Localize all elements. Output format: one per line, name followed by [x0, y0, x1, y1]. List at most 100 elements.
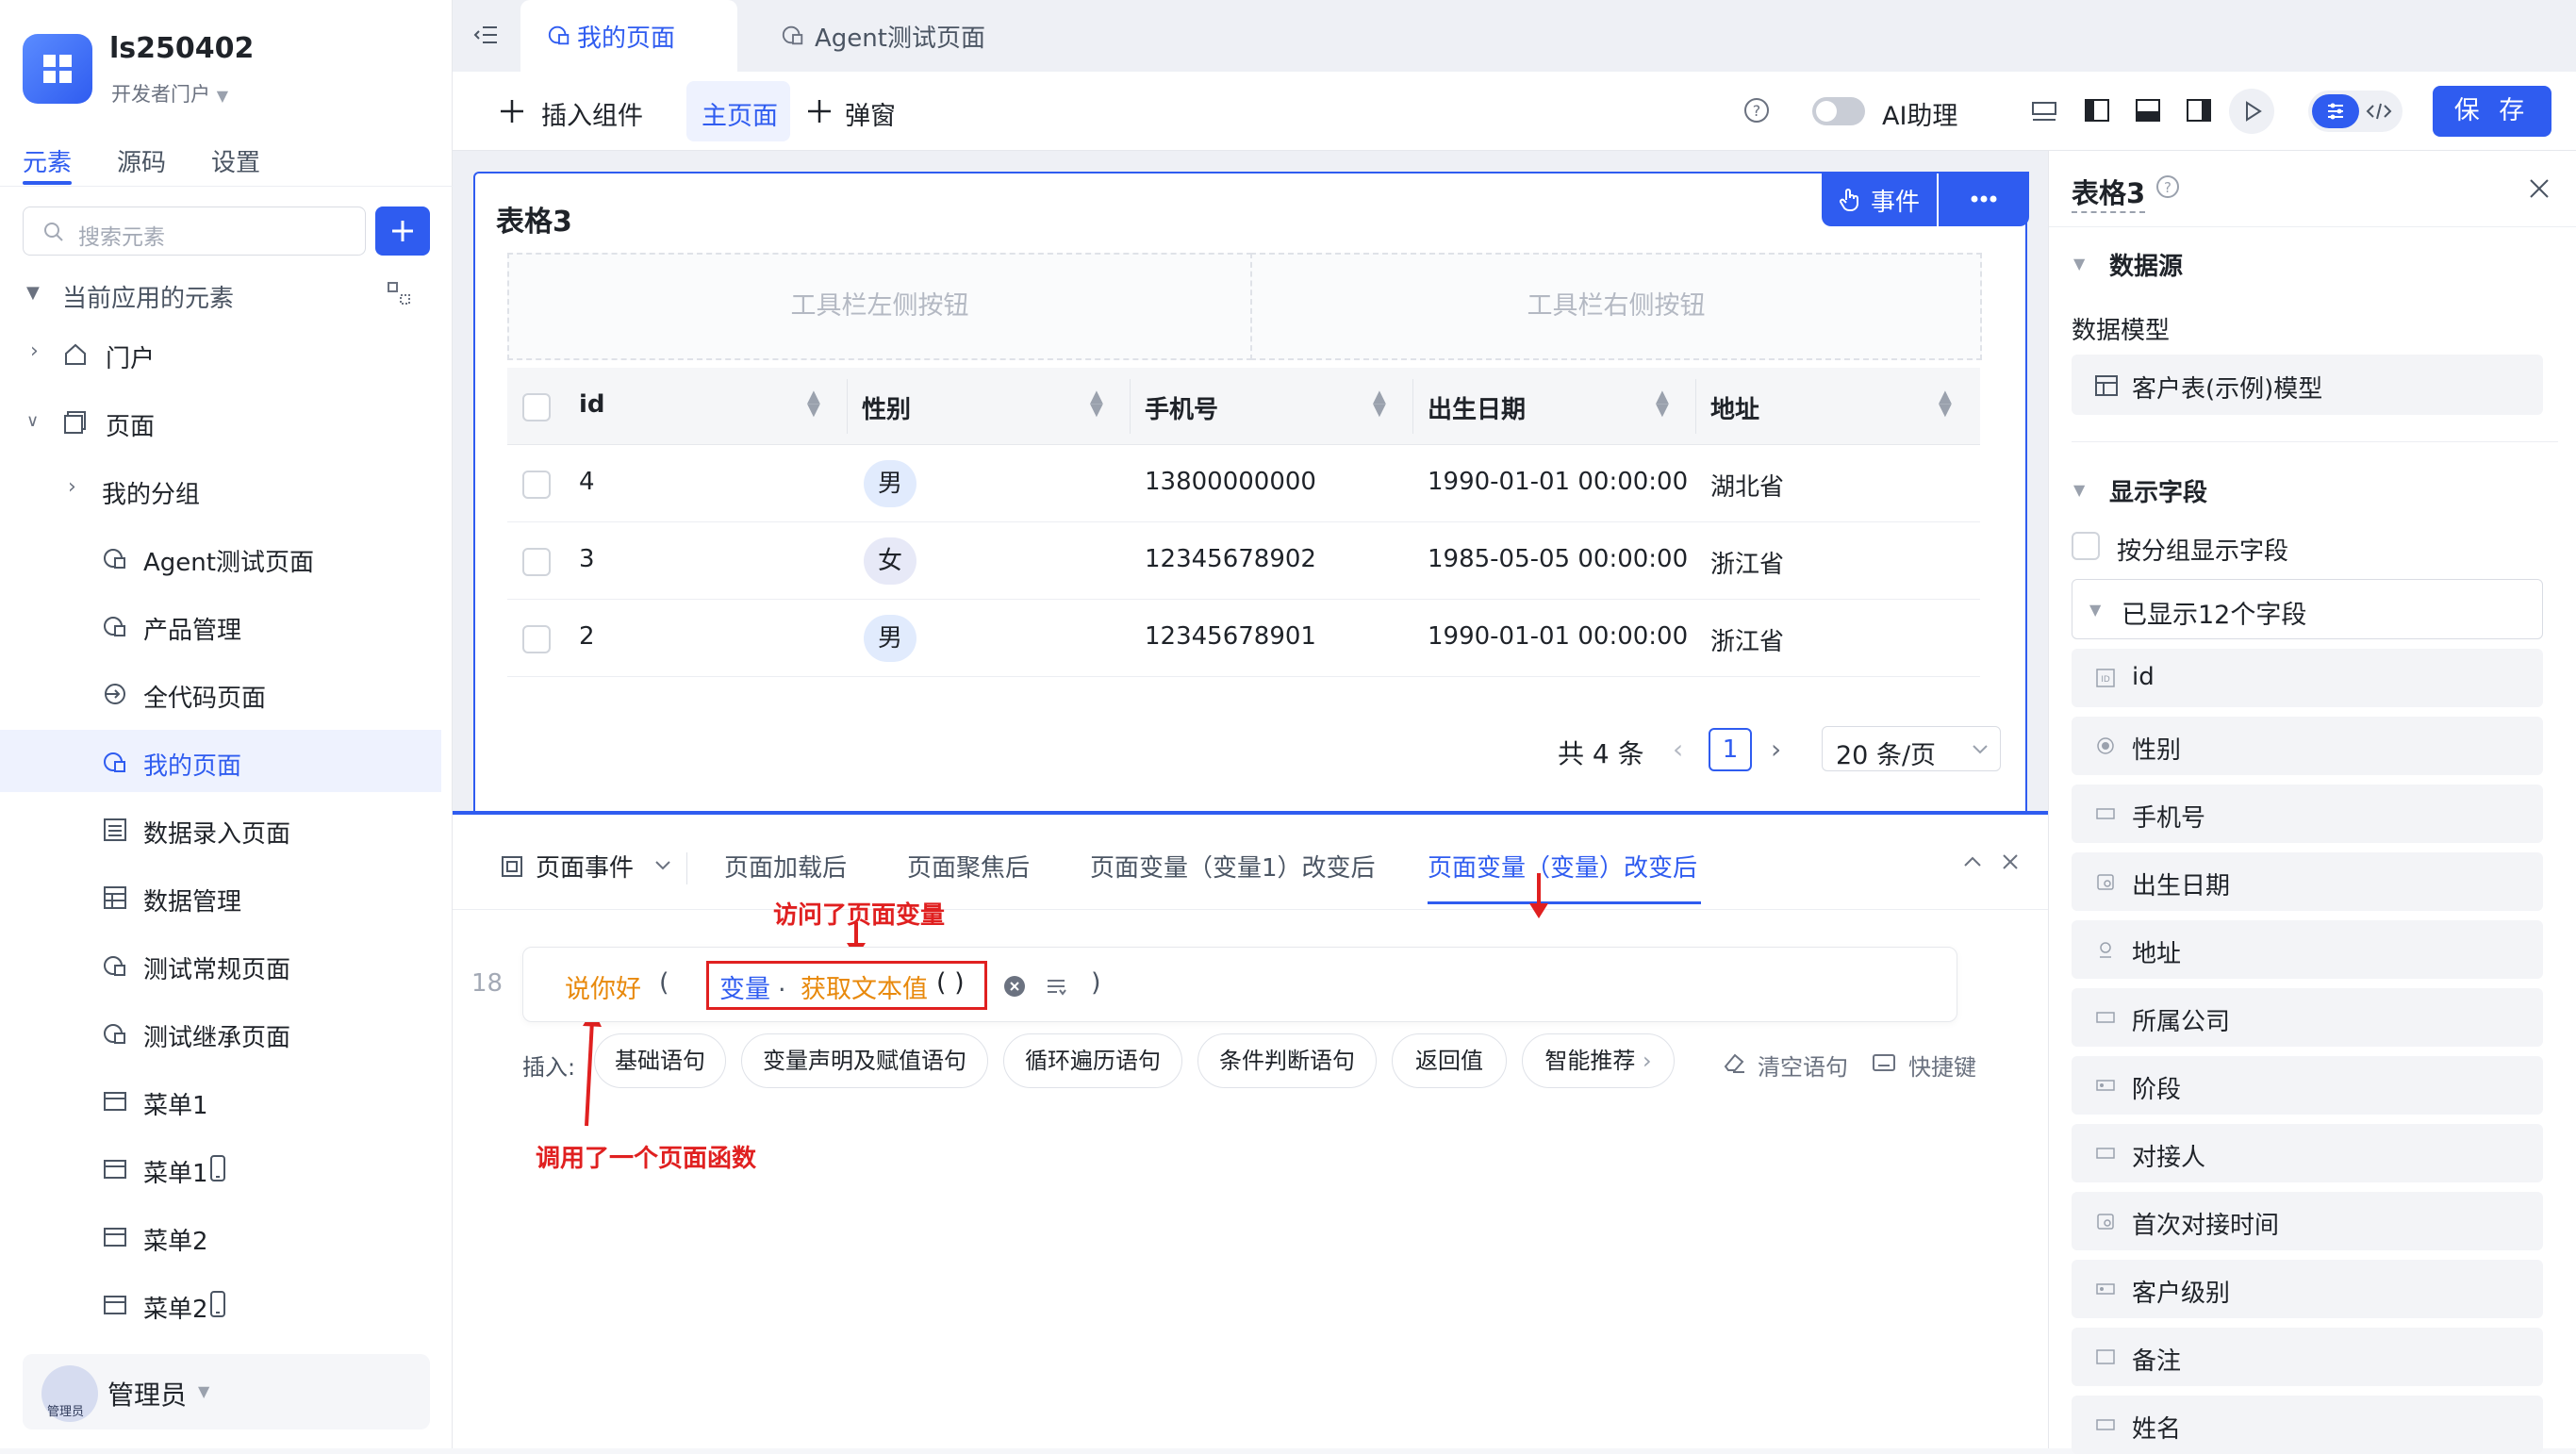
- data-model-select[interactable]: 客户表(示例)模型: [2072, 355, 2543, 415]
- tree-item-menu2[interactable]: 菜单2: [0, 1205, 441, 1267]
- popup-button[interactable]: 弹窗: [845, 95, 896, 132]
- group-display-checkbox[interactable]: [2072, 532, 2100, 560]
- save-button[interactable]: 保 存: [2433, 86, 2551, 137]
- field-item[interactable]: 性别: [2072, 717, 2543, 775]
- field-item[interactable]: 首次对接时间: [2072, 1192, 2543, 1250]
- tree-item-data-entry[interactable]: 数据录入页面: [0, 798, 441, 860]
- bottom-panel-icon[interactable]: [2133, 95, 2163, 125]
- tab-agent-page[interactable]: Agent测试页面: [754, 0, 999, 72]
- more-button[interactable]: [1939, 172, 2029, 226]
- column-header-address[interactable]: 地址: [1710, 390, 1759, 425]
- field-item[interactable]: 地址: [2072, 920, 2543, 979]
- chip-return[interactable]: 返回值: [1392, 1033, 1507, 1088]
- ai-assistant-toggle[interactable]: [1812, 97, 1865, 125]
- field-item[interactable]: 所属公司: [2072, 988, 2543, 1047]
- app-name[interactable]: ls250402: [109, 32, 254, 65]
- size-icon[interactable]: [2029, 95, 2059, 125]
- toolbar-left-slot-area[interactable]: 工具栏左侧按钮: [507, 253, 1252, 360]
- next-page-icon[interactable]: ›: [1771, 734, 1781, 765]
- preview-button[interactable]: [2229, 89, 2274, 134]
- left-panel-icon[interactable]: [2082, 95, 2112, 125]
- chip-variable-assign[interactable]: 变量声明及赋值语句: [741, 1033, 988, 1088]
- tree-item-fullcode[interactable]: 全代码页面: [0, 662, 441, 724]
- row-checkbox[interactable]: [522, 548, 551, 576]
- select-all-checkbox[interactable]: [522, 393, 551, 421]
- tree-item-test-normal[interactable]: 测试常规页面: [0, 934, 441, 996]
- insert-component-button[interactable]: 插入组件: [541, 95, 643, 132]
- field-item[interactable]: 手机号: [2072, 785, 2543, 843]
- sort-icon[interactable]: ▲ ▼: [1656, 388, 1669, 419]
- field-item[interactable]: 姓名: [2072, 1396, 2543, 1454]
- table-component[interactable]: 表格3 事件 工具栏左侧按钮 工具栏右侧按钮 工具栏左侧按钮 id ▲▼ 性别 …: [473, 172, 2029, 822]
- column-header-phone[interactable]: 手机号: [1145, 390, 1218, 425]
- chip-smart-recommend[interactable]: 智能推荐 ›: [1522, 1033, 1675, 1088]
- sort-icon[interactable]: ▲ ▼: [1373, 388, 1386, 419]
- field-item[interactable]: 出生日期: [2072, 852, 2543, 911]
- design-mode-button[interactable]: [2312, 94, 2359, 128]
- field-item[interactable]: 备注: [2072, 1328, 2543, 1386]
- section-fields[interactable]: 显示字段: [2109, 473, 2207, 508]
- code-statement[interactable]: 说你好 ( 变量 . 获取文本值 ( ) ): [522, 947, 1957, 1022]
- tab-settings[interactable]: 设置: [211, 143, 260, 178]
- help-icon[interactable]: ?: [2155, 173, 2181, 200]
- app-portal-switch[interactable]: 开发者门户 ▼: [111, 79, 228, 107]
- section-datasource[interactable]: 数据源: [2109, 247, 2183, 282]
- tree-item-agent-page[interactable]: Agent测试页面: [0, 526, 441, 588]
- tree-item-my-group[interactable]: › 我的分组: [0, 458, 441, 520]
- clear-statement-button[interactable]: 清空语句: [1758, 1049, 1848, 1082]
- clear-circle-icon[interactable]: [1002, 974, 1027, 999]
- sort-icon[interactable]: ▲ ▼: [807, 388, 820, 419]
- main-page-button[interactable]: 主页面: [702, 95, 778, 132]
- table-row[interactable]: 2 男 12345678901 1990-01-01 00:00:00 浙江省: [507, 600, 1980, 677]
- field-item[interactable]: 对接人: [2072, 1124, 2543, 1182]
- shown-fields-dropdown[interactable]: ▼ 已显示12个字段: [2072, 579, 2543, 639]
- table-row[interactable]: 3 女 12345678902 1985-05-05 00:00:00 浙江省: [507, 522, 1980, 600]
- toolbar-right-slot[interactable]: 工具栏右侧按钮: [1250, 253, 1982, 360]
- user-menu[interactable]: 管理员 管理员 ▼: [23, 1354, 430, 1429]
- code-icon[interactable]: [2363, 96, 2395, 126]
- add-element-button[interactable]: [375, 207, 430, 256]
- tab-source[interactable]: 源码: [117, 143, 166, 178]
- prev-page-icon[interactable]: ‹: [1673, 734, 1683, 765]
- help-icon[interactable]: ?: [1742, 96, 1771, 124]
- right-panel-icon[interactable]: [2184, 95, 2214, 125]
- section-current-app[interactable]: ▼ 当前应用的元素: [0, 262, 441, 324]
- collapse-sidebar-icon[interactable]: [471, 21, 500, 49]
- column-header-gender[interactable]: 性别: [862, 390, 911, 425]
- chip-basic-statement[interactable]: 基础语句: [594, 1033, 726, 1088]
- field-item[interactable]: 阶段: [2072, 1056, 2543, 1115]
- tree-item-pages[interactable]: ∨ 页面: [0, 390, 441, 453]
- page-number[interactable]: 1: [1709, 728, 1752, 771]
- tree-item-test-inherit[interactable]: 测试继承页面: [0, 1001, 441, 1064]
- event-button[interactable]: 事件: [1822, 172, 1937, 226]
- search-input[interactable]: 搜索元素: [23, 207, 366, 256]
- shortcut-button[interactable]: 快捷键: [1908, 1049, 1976, 1082]
- tree-item-menu1-mobile[interactable]: 菜单1: [0, 1137, 441, 1199]
- method-call[interactable]: 获取文本值: [801, 968, 928, 1005]
- tree-item-menu2-mobile[interactable]: 菜单2: [0, 1273, 441, 1335]
- field-item[interactable]: ID id: [2072, 649, 2543, 707]
- tab-elements[interactable]: 元素: [23, 143, 72, 178]
- chip-loop[interactable]: 循环遍历语句: [1003, 1033, 1182, 1088]
- sort-icon[interactable]: ▲ ▼: [1090, 388, 1103, 419]
- row-checkbox[interactable]: [522, 471, 551, 499]
- caret-down-icon[interactable]: ▼: [2073, 255, 2085, 273]
- chip-condition[interactable]: 条件判断语句: [1197, 1033, 1377, 1088]
- layout-icon[interactable]: [387, 281, 411, 306]
- column-header-birth[interactable]: 出生日期: [1428, 390, 1526, 425]
- column-header-id[interactable]: id: [579, 390, 605, 419]
- tab-my-page[interactable]: 我的页面: [520, 0, 737, 72]
- tree-item-menu1[interactable]: 菜单1: [0, 1069, 441, 1132]
- caret-down-icon[interactable]: ▼: [2073, 481, 2085, 499]
- tree-item-portal[interactable]: › 门户: [0, 322, 441, 385]
- filter-list-icon[interactable]: [1044, 974, 1068, 999]
- close-icon[interactable]: [2526, 175, 2552, 202]
- function-call[interactable]: 说你好: [565, 968, 641, 1005]
- tree-item-my-page[interactable]: 我的页面: [0, 730, 441, 792]
- tree-item-data-manage[interactable]: 数据管理: [0, 866, 441, 928]
- tree-item-product[interactable]: 产品管理: [0, 594, 441, 656]
- variable-ref[interactable]: 变量: [719, 968, 770, 1005]
- table-row[interactable]: 4 男 13800000000 1990-01-01 00:00:00 湖北省: [507, 445, 1980, 522]
- field-item[interactable]: 客户级别: [2072, 1260, 2543, 1318]
- row-checkbox[interactable]: [522, 625, 551, 653]
